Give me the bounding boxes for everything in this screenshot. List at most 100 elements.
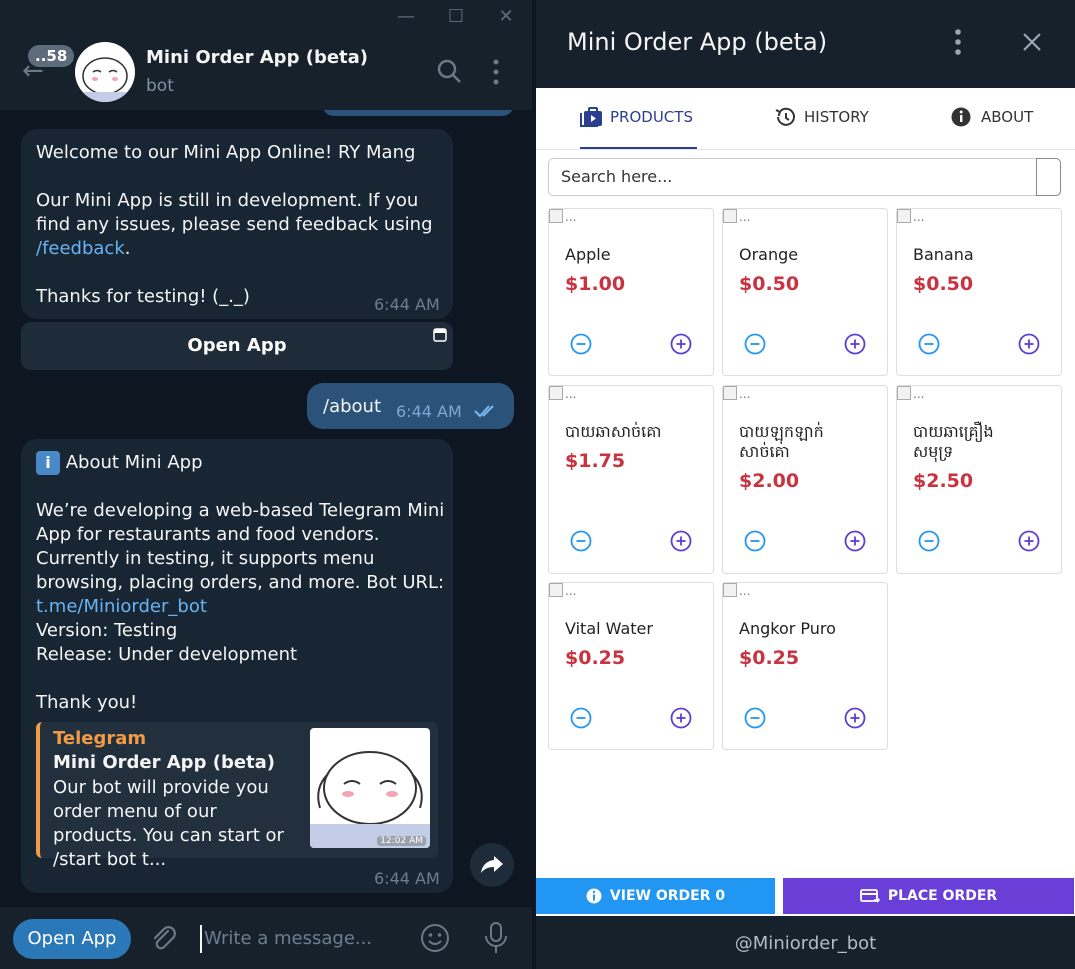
- open-app-button[interactable]: Open App: [13, 919, 131, 959]
- minimize-button[interactable]: —: [394, 6, 418, 28]
- product-card: ... បាយឆាគ្រឿងសមុទ្រ $2.50: [896, 385, 1062, 574]
- tab-products[interactable]: PRODUCTS: [580, 88, 697, 149]
- welcome-line-3: Thanks for testing! (_._): [36, 286, 250, 307]
- feedback-link[interactable]: /feedback: [36, 238, 125, 259]
- window-titlebar: — ☐ ✕: [0, 0, 532, 34]
- attach-icon[interactable]: [148, 923, 178, 953]
- tab-bar: PRODUCTS HISTORY ABOUT: [536, 88, 1075, 150]
- product-price: $0.50: [739, 273, 800, 295]
- product-name: Vital Water: [565, 619, 653, 638]
- minus-icon[interactable]: [744, 333, 766, 355]
- product-price: $1.75: [565, 450, 626, 472]
- plus-icon[interactable]: [1018, 530, 1040, 552]
- minus-icon[interactable]: [570, 707, 592, 729]
- message-time: 6:44 AM: [396, 402, 462, 421]
- double-check-icon: [474, 405, 494, 418]
- welcome-message: Welcome to our Mini App Online! RY Mang …: [21, 129, 453, 319]
- preview-image: 12:02 AM: [310, 728, 430, 848]
- link-preview[interactable]: Telegram Mini Order App (beta) Our bot w…: [36, 722, 438, 870]
- info-emoji-icon: i: [36, 451, 60, 475]
- message-composer: Open App Write a message...: [0, 907, 532, 969]
- plus-icon[interactable]: [844, 333, 866, 355]
- minus-icon[interactable]: [918, 530, 940, 552]
- product-card: ... បាយឆាសាច់គោ $1.75: [548, 385, 714, 574]
- product-name: Orange: [739, 245, 799, 264]
- minus-icon[interactable]: [744, 707, 766, 729]
- product-card: ... Angkor Puro $0.25: [722, 582, 888, 750]
- minus-icon[interactable]: [744, 530, 766, 552]
- mini-app-header: Mini Order App (beta): [536, 0, 1075, 88]
- plus-icon[interactable]: [844, 707, 866, 729]
- preview-image-time: 12:02 AM: [377, 836, 426, 846]
- product-price: $1.00: [565, 273, 626, 295]
- product-image: ...: [723, 209, 750, 224]
- product-card: ... Banana $0.50: [896, 208, 1062, 376]
- product-name: Banana: [913, 245, 974, 264]
- product-image: ...: [549, 386, 576, 401]
- tab-about-label: ABOUT: [981, 108, 1034, 126]
- chat-subtitle: bot: [146, 76, 174, 96]
- avatar[interactable]: [75, 42, 135, 102]
- bot-url-link[interactable]: t.me/Miniorder_bot: [36, 595, 207, 619]
- product-image: ...: [723, 583, 750, 598]
- view-order-label: VIEW ORDER 0: [609, 888, 726, 904]
- search-button[interactable]: [1036, 158, 1061, 196]
- bot-username-footer: @Miniorder_bot: [536, 916, 1075, 969]
- history-icon: [775, 107, 795, 126]
- plus-icon[interactable]: [670, 707, 692, 729]
- more-menu-icon[interactable]: [488, 58, 504, 86]
- about-heading-row: i About Mini App: [36, 451, 203, 475]
- outgoing-message: /about 6:44 AM: [307, 383, 514, 429]
- bag-icon: [580, 107, 602, 127]
- product-card: ... បាយឡុកឡាក់សាច់គោ $2.00: [722, 385, 888, 574]
- message-list[interactable]: Welcome to our Mini App Online! RY Mang …: [0, 110, 532, 907]
- outgoing-text: /about: [323, 396, 381, 417]
- plus-icon[interactable]: [844, 530, 866, 552]
- message-time: 6:44 AM: [374, 869, 440, 888]
- microphone-icon[interactable]: [482, 921, 510, 955]
- product-name: Apple: [565, 245, 611, 264]
- mini-app-menu-icon[interactable]: [948, 28, 968, 56]
- plus-icon[interactable]: [670, 530, 692, 552]
- tab-products-label: PRODUCTS: [610, 108, 693, 126]
- close-window-button[interactable]: ✕: [494, 6, 518, 28]
- message-time: 6:44 AM: [374, 295, 440, 314]
- product-price: $2.50: [913, 470, 974, 492]
- open-window-icon: [433, 328, 447, 342]
- unread-badge: ..58: [28, 45, 75, 67]
- message-input[interactable]: Write a message...: [200, 925, 400, 953]
- version-text: Version: Testing: [36, 620, 178, 641]
- mini-app-panel: Mini Order App (beta) PRODUCTS HISTORY A…: [536, 0, 1075, 969]
- place-order-button[interactable]: PLACE ORDER: [783, 878, 1074, 914]
- minus-icon[interactable]: [570, 333, 592, 355]
- welcome-period: .: [124, 238, 131, 259]
- tab-history[interactable]: HISTORY: [774, 88, 874, 149]
- mini-app-close-icon[interactable]: [1020, 30, 1044, 54]
- search-icon[interactable]: [436, 58, 462, 84]
- welcome-line-2: Our Mini App is still in development. If…: [36, 190, 433, 235]
- minus-icon[interactable]: [570, 530, 592, 552]
- chat-title[interactable]: Mini Order App (beta): [146, 47, 368, 68]
- release-text: Release: Under development: [36, 644, 298, 665]
- product-price: $0.25: [565, 647, 626, 669]
- previous-message-fragment: [322, 110, 514, 116]
- open-app-inline-button[interactable]: Open App: [21, 322, 453, 370]
- chat-header: ← ..58 Mini Order App (beta) bot: [0, 34, 532, 110]
- preview-title: Mini Order App (beta): [53, 752, 276, 773]
- thanks-text: Thank you!: [36, 692, 138, 713]
- plus-icon[interactable]: [1018, 333, 1040, 355]
- search-input[interactable]: Search here...: [548, 158, 1061, 196]
- minus-icon[interactable]: [918, 333, 940, 355]
- tab-about[interactable]: ABOUT: [951, 88, 1041, 149]
- maximize-button[interactable]: ☐: [444, 6, 468, 28]
- plus-icon[interactable]: [670, 333, 692, 355]
- payment-card-icon: [859, 889, 880, 903]
- product-name: Angkor Puro: [739, 619, 836, 638]
- preview-site-name: Telegram: [53, 728, 147, 749]
- view-order-button[interactable]: VIEW ORDER 0: [536, 878, 775, 914]
- welcome-line-1: Welcome to our Mini App Online! RY Mang: [36, 142, 416, 163]
- product-price: $2.00: [739, 470, 800, 492]
- forward-button[interactable]: [470, 843, 514, 887]
- telegram-chat-window: — ☐ ✕ ← ..58 Mini Order App (beta) bot W…: [0, 0, 532, 969]
- emoji-icon[interactable]: [420, 923, 450, 953]
